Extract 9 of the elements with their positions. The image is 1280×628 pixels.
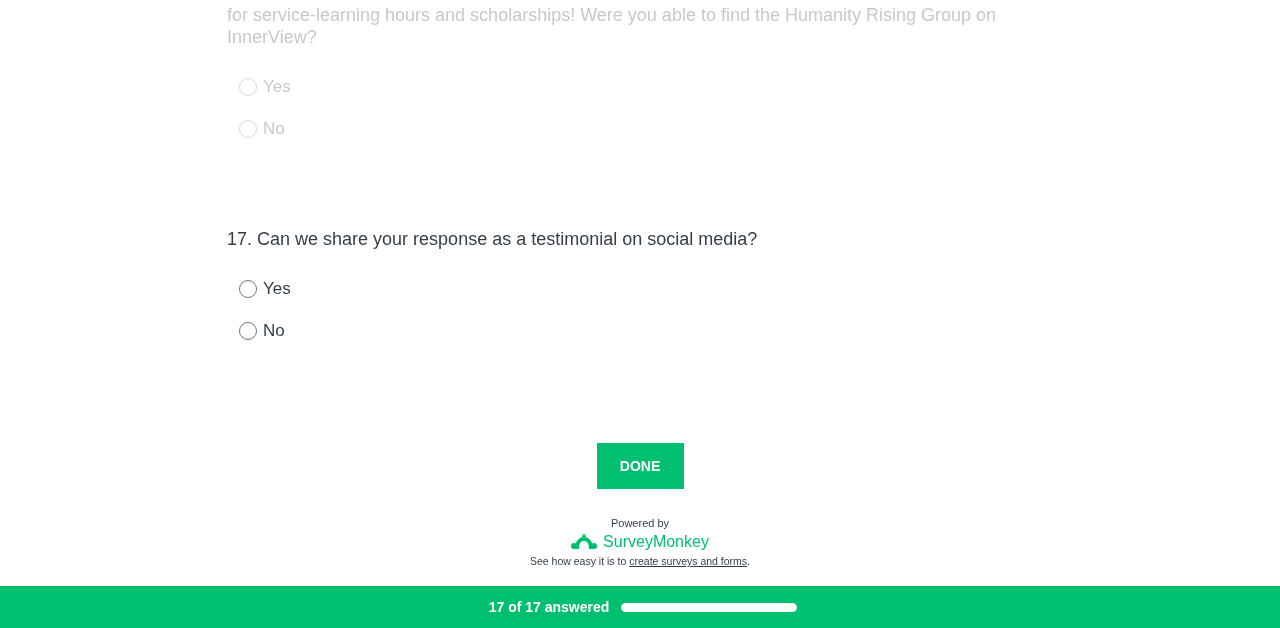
question-text: 17. Can we share your response as a testimonial on social media?: [227, 228, 759, 250]
option-label[interactable]: No: [263, 321, 285, 341]
tagline-text: See how easy it is to create surveys and forms.: [529, 555, 750, 567]
option-label[interactable]: Yes: [263, 279, 291, 299]
powered-by-text: Powered by: [610, 517, 670, 529]
question-text: for service-learning hours and scholarships! Were you able to find the Humanity Rising Group on InnerView?: [227, 4, 998, 48]
brand-name: SurveyMonkey: [603, 533, 709, 551]
monkey-logo-icon: [571, 533, 598, 551]
progress-label: 17 of 17 answered: [488, 599, 610, 615]
